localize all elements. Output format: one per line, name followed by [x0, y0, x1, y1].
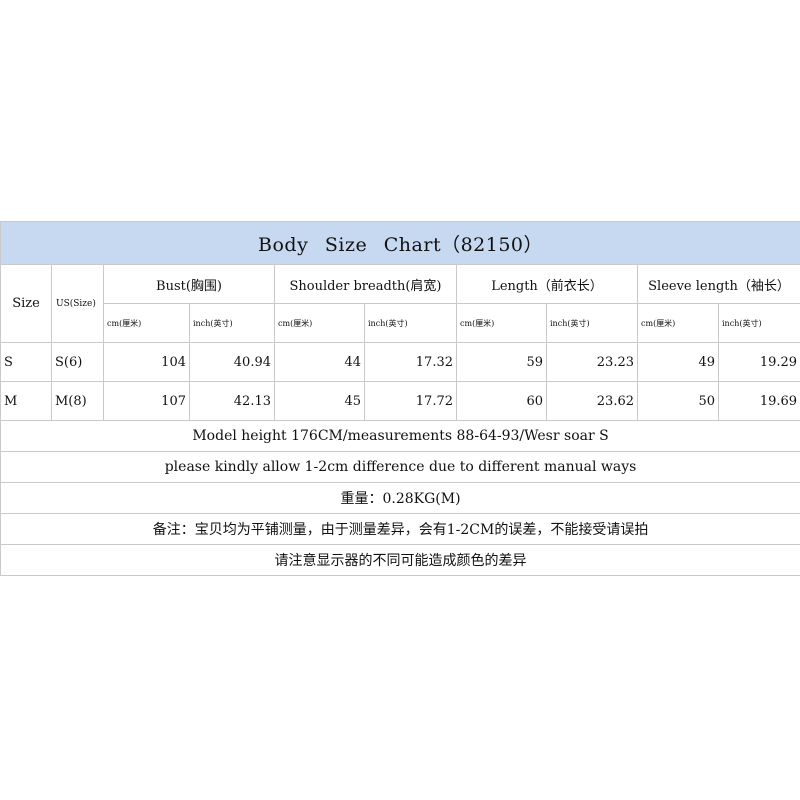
note-row: please kindly allow 1-2cm difference due…: [0, 451, 800, 483]
length-cm-value: 60: [456, 381, 547, 421]
unit-inch: inch(英寸): [546, 303, 638, 343]
bust-cm-value: 104: [103, 342, 190, 382]
model-height-note: Model height 176CM/measurements 88-64-93…: [0, 420, 800, 452]
shoulder-inch-value: 17.32: [364, 342, 457, 382]
shoulder-header: Shoulder breadth(肩宽): [274, 264, 457, 304]
bust-cm-value: 107: [103, 381, 190, 421]
note-row: 重量：0.28KG(M): [0, 482, 800, 514]
sleeve-cm-value: 50: [637, 381, 719, 421]
unit-inch: inch(英寸): [717, 303, 800, 343]
shoulder-cm-value: 45: [274, 381, 365, 421]
length-inch-value: 23.23: [546, 342, 638, 382]
table-row: M M(8) 107 42.13 45 17.72 60 23.62 50 19…: [0, 381, 800, 421]
unit-inch: inch(英寸): [189, 303, 275, 343]
shoulder-inch-value: 17.72: [364, 381, 457, 421]
row-us-size: M(8): [51, 381, 104, 421]
header-row-groups: Size US(Size) Bust(胸围) Shoulder breadth(…: [0, 264, 800, 343]
weight-note: 重量：0.28KG(M): [0, 482, 800, 514]
bust-header: Bust(胸围): [103, 264, 275, 304]
unit-cm: cm(厘米): [456, 303, 547, 343]
sleeve-header: Sleeve length（袖长）: [636, 264, 800, 304]
note-row: 请注意显示器的不同可能造成颜色的差异: [0, 544, 800, 576]
title-row: Body Size Chart（82150）: [0, 221, 800, 265]
bust-inch-value: 40.94: [189, 342, 275, 382]
unit-cm: cm(厘米): [274, 303, 365, 343]
us-size-header: US(Size): [51, 264, 104, 343]
sleeve-inch-value: 19.69: [717, 381, 800, 421]
sleeve-cm-value: 49: [637, 342, 719, 382]
page: Body Size Chart（82150） Size US(Size) Bus…: [0, 0, 800, 800]
header-row-units: cm(厘米) inch(英寸) cm(厘米) inch(英寸) cm(厘米) i…: [1, 303, 800, 343]
chart-title: Body Size Chart（82150）: [0, 221, 800, 265]
row-size: S: [0, 342, 52, 382]
length-cm-value: 59: [456, 342, 547, 382]
note-row: Model height 176CM/measurements 88-64-93…: [0, 420, 800, 452]
bust-inch-value: 42.13: [189, 381, 275, 421]
tolerance-note: please kindly allow 1-2cm difference due…: [0, 451, 800, 483]
unit-inch: inch(英寸): [364, 303, 457, 343]
size-chart-table: Body Size Chart（82150） Size US(Size) Bus…: [0, 221, 800, 576]
unit-cm: cm(厘米): [103, 303, 190, 343]
length-inch-value: 23.62: [546, 381, 638, 421]
display-color-note: 请注意显示器的不同可能造成颜色的差异: [0, 544, 800, 576]
length-header: Length（前衣长）: [456, 264, 638, 304]
note-row: 备注：宝贝均为平铺测量，由于测量差异，会有1-2CM的误差，不能接受请误拍: [0, 513, 800, 545]
sleeve-inch-value: 19.29: [717, 342, 800, 382]
table-row: S S(6) 104 40.94 44 17.32 59 23.23 49 19…: [0, 342, 800, 382]
row-us-size: S(6): [51, 342, 104, 382]
measurement-remark-note: 备注：宝贝均为平铺测量，由于测量差异，会有1-2CM的误差，不能接受请误拍: [0, 513, 800, 545]
size-header: Size: [0, 264, 52, 343]
row-size: M: [0, 381, 52, 421]
shoulder-cm-value: 44: [274, 342, 365, 382]
unit-cm: cm(厘米): [637, 303, 719, 343]
